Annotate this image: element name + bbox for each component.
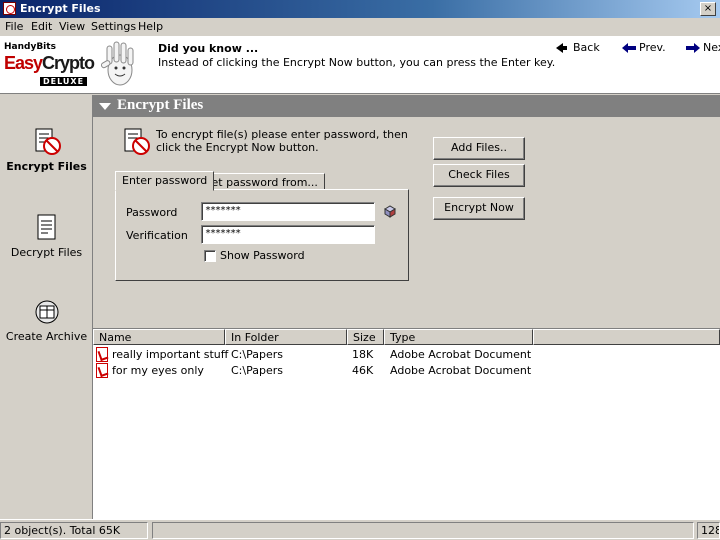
file-name: for my eyes only xyxy=(112,364,204,377)
password-field[interactable]: ******* xyxy=(201,202,375,221)
back-label: Back xyxy=(573,41,600,54)
back-button[interactable]: Back xyxy=(556,41,600,54)
pdf-file-icon xyxy=(96,347,108,362)
title-bar: Encrypt Files × xyxy=(0,0,720,18)
verification-label: Verification xyxy=(126,229,188,242)
menu-edit[interactable]: Edit xyxy=(31,20,52,33)
key-icon[interactable] xyxy=(382,203,398,219)
menu-file[interactable]: File xyxy=(5,20,23,33)
column-in-folder[interactable]: In Folder xyxy=(225,329,347,345)
hand-mascot-icon xyxy=(100,41,134,86)
company-name: HandyBits xyxy=(4,42,56,52)
status-middle xyxy=(152,522,694,539)
password-label: Password xyxy=(126,206,178,219)
sidebar: Encrypt Files Decrypt Files Create Archi… xyxy=(0,95,93,519)
status-summary: 2 object(s). Total 65K xyxy=(0,522,148,539)
archive-icon xyxy=(35,300,58,324)
file-type: Adobe Acrobat Document xyxy=(390,364,532,377)
show-password-checkbox[interactable] xyxy=(204,250,216,262)
prev-arrow-icon xyxy=(622,42,636,53)
next-label: Nex xyxy=(703,41,720,54)
table-row[interactable]: really important stuff C:\Papers 18K Ado… xyxy=(93,347,720,363)
instructions-text: To encrypt file(s) please enter password… xyxy=(156,128,408,154)
menu-view[interactable]: View xyxy=(59,20,85,33)
column-name[interactable]: Name xyxy=(93,329,225,345)
section-title: Encrypt Files xyxy=(117,97,204,113)
list-header: Name In Folder Size Type xyxy=(93,329,720,345)
encrypt-icon xyxy=(35,128,61,155)
tip-text: Instead of clicking the Encrypt Now butt… xyxy=(158,56,556,69)
window-title: Encrypt Files xyxy=(20,2,101,15)
status-right: 128 xyxy=(697,522,720,539)
show-password-label[interactable]: Show Password xyxy=(220,249,305,262)
file-folder: C:\Papers xyxy=(231,348,283,361)
menu-bar: File Edit View Settings Help xyxy=(0,18,720,36)
file-size: 46K xyxy=(352,364,374,377)
menu-settings[interactable]: Settings xyxy=(91,20,136,33)
table-row[interactable]: for my eyes only C:\Papers 46K Adobe Acr… xyxy=(93,363,720,379)
file-type: Adobe Acrobat Document xyxy=(390,348,532,361)
file-size: 18K xyxy=(352,348,374,361)
product-name-part2: Crypto xyxy=(42,53,95,73)
column-type[interactable]: Type xyxy=(384,329,533,345)
encrypt-now-button[interactable]: Encrypt Now xyxy=(433,197,525,220)
tab-enter-password[interactable]: Enter password xyxy=(115,171,215,191)
decrypt-icon xyxy=(37,214,55,240)
tab-get-password-from[interactable]: Get password from... xyxy=(196,173,325,190)
app-icon xyxy=(3,2,16,15)
file-name: really important stuff xyxy=(112,348,229,361)
product-name-part1: Easy xyxy=(4,53,43,73)
add-files-button[interactable]: Add Files.. xyxy=(433,137,525,160)
prev-label: Prev. xyxy=(639,41,666,54)
password-panel: Password ******* Verification ******* Sh… xyxy=(115,189,409,281)
sidebar-item-encrypt[interactable]: Encrypt Files xyxy=(0,127,93,173)
collapse-arrow-icon[interactable] xyxy=(99,103,111,110)
close-button[interactable]: × xyxy=(700,2,716,16)
encrypt-instructions-icon xyxy=(124,128,150,155)
brand-logo: HandyBits EasyCrypto DELUXE xyxy=(4,42,95,87)
encrypt-form: To encrypt file(s) please enter password… xyxy=(93,117,720,329)
file-list[interactable]: Name In Folder Size Type really importan… xyxy=(93,329,720,519)
status-bar: 2 object(s). Total 65K 128 xyxy=(0,519,720,540)
sidebar-label-encrypt: Encrypt Files xyxy=(6,160,87,173)
menu-help[interactable]: Help xyxy=(138,20,163,33)
verification-field[interactable]: ******* xyxy=(201,225,375,244)
sidebar-label-archive: Create Archive xyxy=(5,330,88,343)
next-arrow-icon xyxy=(686,42,700,53)
back-arrow-icon xyxy=(556,42,567,53)
tip-banner: HandyBits EasyCrypto DELUXE Did you know… xyxy=(0,36,720,94)
next-button[interactable]: Nex xyxy=(686,41,720,54)
column-size[interactable]: Size xyxy=(347,329,384,345)
file-folder: C:\Papers xyxy=(231,364,283,377)
edition-badge: DELUXE xyxy=(40,77,88,86)
section-header[interactable]: Encrypt Files xyxy=(93,95,720,117)
product-name: EasyCrypto xyxy=(4,53,95,74)
sidebar-label-decrypt: Decrypt Files xyxy=(10,246,83,259)
check-files-button[interactable]: Check Files xyxy=(433,164,525,187)
sidebar-item-archive[interactable]: Create Archive xyxy=(0,297,93,343)
prev-button[interactable]: Prev. xyxy=(622,41,666,54)
tip-title: Did you know ... xyxy=(158,42,259,55)
sidebar-item-decrypt[interactable]: Decrypt Files xyxy=(0,213,93,259)
column-filler xyxy=(533,329,720,345)
pdf-file-icon xyxy=(96,363,108,378)
